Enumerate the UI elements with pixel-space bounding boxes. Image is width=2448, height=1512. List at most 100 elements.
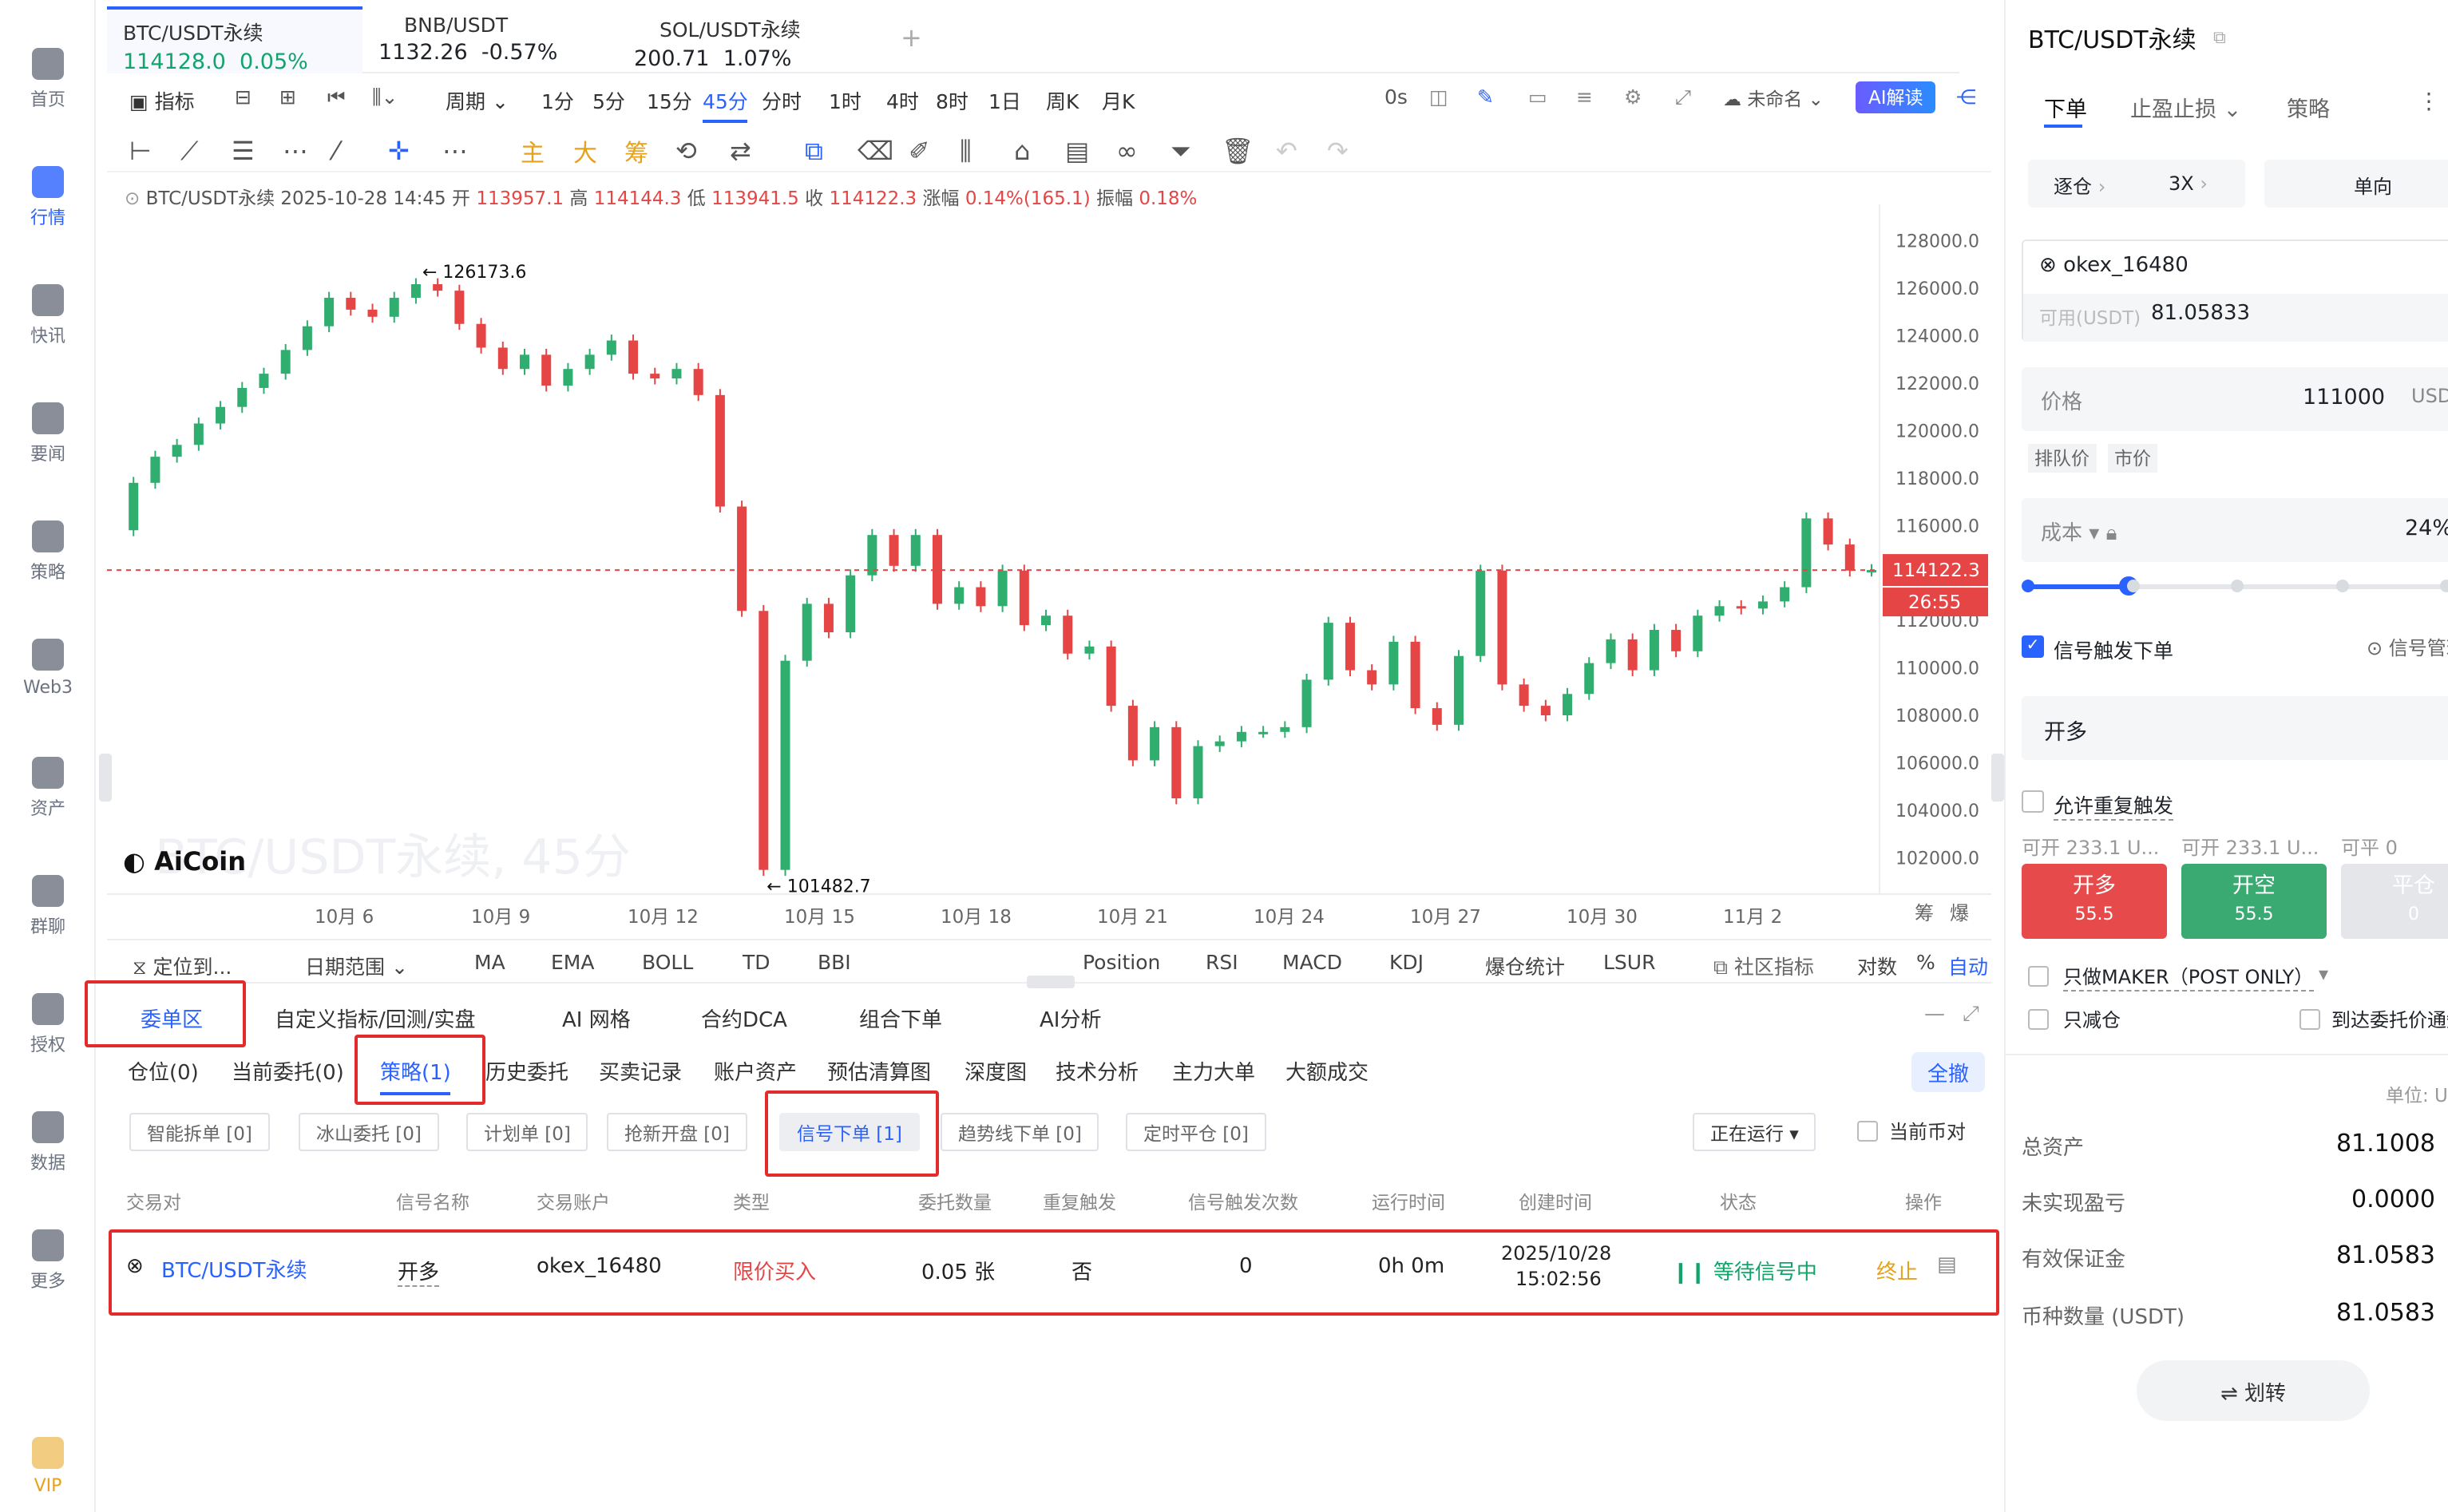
nav-item-10[interactable]: 更多 <box>0 1229 96 1293</box>
indicator-6[interactable]: RSI <box>1206 950 1238 974</box>
nav-item-2[interactable]: 快讯 <box>0 284 96 348</box>
crosshair-icon[interactable]: ✛ <box>388 136 410 166</box>
indicator-2[interactable]: BOLL <box>642 950 693 974</box>
margin-mode-button[interactable]: 逐仓 › <box>2054 172 2105 200</box>
pen-icon[interactable]: ✎ <box>1477 85 1494 109</box>
dotted-line-icon[interactable]: ⋯ <box>283 136 308 166</box>
percent-scale-button[interactable]: % <box>1916 950 1935 974</box>
sub-tab-0[interactable]: 仓位(0) <box>128 1055 199 1086</box>
panel-resize-handle[interactable] <box>1027 976 1075 988</box>
maker-dropdown-icon[interactable]: ▾ <box>2319 963 2328 985</box>
nav-item-7[interactable]: 群聊 <box>0 875 96 939</box>
cost-select[interactable]: 成本 ▾ 🔒︎ <box>2041 516 2117 546</box>
price-chart[interactable]: 128000.0 126000.0 124000.0 122000.0 120000.0… <box>107 204 1991 936</box>
camera-icon[interactable]: ◫ <box>1429 85 1448 109</box>
comment-icon[interactable]: ▭ <box>1528 85 1547 109</box>
interval-3[interactable]: 45分 <box>703 85 748 123</box>
auto-scale-button[interactable]: 自动 <box>1948 950 1988 980</box>
interval-6[interactable]: 4时 <box>886 85 919 115</box>
account-select[interactable]: ⊗ okex_16480 <box>2039 254 2189 278</box>
compare-icon[interactable]: ⇄ <box>730 136 751 166</box>
filter-3[interactable]: 抢新开盘 [0] <box>607 1113 747 1151</box>
layout-name-button[interactable]: ☁ 未命名 ⌄ <box>1723 86 1824 112</box>
nav-item-5[interactable]: Web3 <box>0 639 96 698</box>
left-collapse-handle[interactable] <box>99 754 112 802</box>
slider-tick[interactable] <box>2231 580 2244 592</box>
slider-tick[interactable] <box>2022 580 2034 592</box>
brush-icon[interactable]: ✐ <box>909 136 930 166</box>
filter-2[interactable]: 计划单 [0] <box>466 1113 588 1151</box>
right-collapse-handle[interactable] <box>1991 754 2004 802</box>
slider-tick[interactable] <box>2126 580 2139 592</box>
reduce-only-checkbox[interactable] <box>2028 1009 2049 1030</box>
nav-item-4[interactable]: 策略 <box>0 520 96 584</box>
sub-tab-2[interactable]: 策略(1) <box>380 1055 451 1095</box>
interval-7[interactable]: 8时 <box>936 85 969 115</box>
locate-button[interactable]: ⧖ 定位到... <box>133 950 232 980</box>
lock-tool-icon[interactable]: ⌂ <box>1014 136 1030 166</box>
filter-1[interactable]: 冰山委托 [0] <box>299 1113 439 1151</box>
sub-tab-7[interactable]: 深度图 <box>965 1055 1027 1086</box>
maker-checkbox[interactable] <box>2028 966 2049 987</box>
panel-tab-0[interactable]: 委单区 <box>141 1003 203 1033</box>
share-icon[interactable]: ⋲ <box>1956 85 1976 109</box>
ruler-icon[interactable]: ⟋ <box>180 136 198 168</box>
slider-tick[interactable] <box>2335 580 2348 592</box>
transfer-button[interactable]: ⇌ 划转 <box>2137 1360 2370 1421</box>
community-indicator-button[interactable]: ⧉ 社区指标 <box>1713 950 1814 980</box>
interval-9[interactable]: 周K <box>1046 85 1079 115</box>
window-icon[interactable]: ⧉ <box>805 136 823 168</box>
open-long-button[interactable]: 开多 55.5 <box>2022 864 2167 939</box>
date-range-button[interactable]: 日期范围 ⌄ <box>305 950 408 980</box>
candle-type-icon[interactable]: ⫼⌄ <box>372 85 398 110</box>
ai-interpret-button[interactable]: AI解读 <box>1856 81 1936 113</box>
add-tab-icon[interactable]: + <box>901 22 922 53</box>
notify-checkbox[interactable] <box>2299 1009 2320 1030</box>
filter-5[interactable]: 趋势线下单 [0] <box>941 1113 1099 1151</box>
interval-4[interactable]: 分时 <box>762 85 802 115</box>
chip-button[interactable]: 筹 <box>624 136 648 169</box>
detail-icon[interactable]: ▤ <box>1937 1253 1957 1277</box>
indicator-3[interactable]: TD <box>743 950 770 974</box>
lines-icon[interactable]: ☰ <box>232 136 255 166</box>
panel-tab-5[interactable]: AI分析 <box>1040 1003 1101 1033</box>
price-input[interactable]: 价格 111000 USDT <box>2022 367 2448 431</box>
nav-item-8[interactable]: 授权 <box>0 993 96 1057</box>
panel-tab-2[interactable]: AI 网格 <box>562 1003 631 1033</box>
sub-tab-9[interactable]: 主力大单 <box>1172 1055 1255 1086</box>
indicator-0[interactable]: MA <box>474 950 505 974</box>
tab-tpsl[interactable]: 止盈止损 ⌄ <box>2130 91 2241 123</box>
indicator-1[interactable]: EMA <box>551 950 594 974</box>
sub-tab-6[interactable]: 预估清算图 <box>827 1055 931 1086</box>
open-short-button[interactable]: 开空 55.5 <box>2181 864 2327 939</box>
more-tools-icon[interactable]: ⋯ <box>442 136 468 166</box>
kebab-menu-icon[interactable]: ⋮ <box>2418 89 2440 115</box>
running-select[interactable]: 正在运行 ▾ <box>1693 1113 1816 1151</box>
filter-0[interactable]: 智能拆单 [0] <box>129 1113 270 1151</box>
horizontal-line-icon[interactable]: ⊢ <box>129 136 152 166</box>
undo-icon[interactable]: ↶ <box>1276 136 1297 166</box>
row-signal[interactable]: 开多 <box>398 1255 440 1287</box>
panel-tab-1[interactable]: 自定义指标/回测/实盘 <box>275 1003 476 1033</box>
sub-tab-4[interactable]: 买卖记录 <box>599 1055 682 1086</box>
trash-icon[interactable]: 🗑 <box>1222 136 1254 166</box>
rewind-icon[interactable]: ⏮ <box>327 85 346 110</box>
minimize-icon[interactable]: — <box>1924 1003 1945 1027</box>
bars-icon[interactable]: ⫼ <box>960 136 972 168</box>
tab-strategy[interactable]: 策略 <box>2287 91 2330 123</box>
interval-1[interactable]: 5分 <box>592 85 625 115</box>
popout-icon[interactable]: ⧉ <box>2213 27 2226 49</box>
indicator-9[interactable]: 爆仓统计 <box>1485 950 1565 980</box>
direction-select[interactable]: 开多 ⌄ <box>2022 696 2448 760</box>
sub-tab-5[interactable]: 账户资产 <box>714 1055 797 1086</box>
indicator-10[interactable]: LSUR <box>1603 950 1655 974</box>
nav-item-1[interactable]: 行情 <box>0 166 96 230</box>
nav-item-3[interactable]: 要闻 <box>0 402 96 466</box>
interval-8[interactable]: 1日 <box>988 85 1021 115</box>
filter-6[interactable]: 定时平仓 [0] <box>1126 1113 1266 1151</box>
leverage-button[interactable]: 3X › <box>2169 172 2208 195</box>
interval-0[interactable]: 1分 <box>541 85 574 115</box>
allow-repeat-checkbox[interactable] <box>2022 790 2044 813</box>
signal-order-checkbox[interactable]: ✓ <box>2022 635 2044 658</box>
template-icon[interactable]: ⊟ <box>235 85 252 109</box>
